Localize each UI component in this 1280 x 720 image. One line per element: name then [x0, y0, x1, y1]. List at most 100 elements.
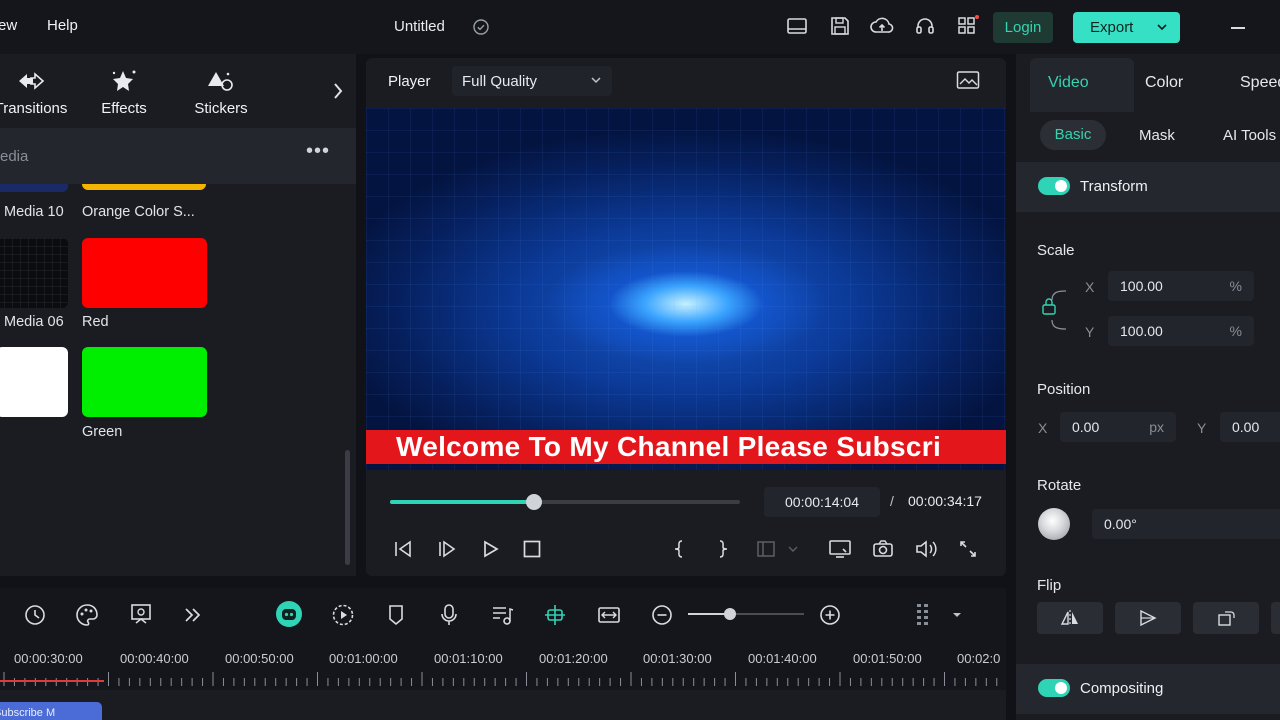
- media-thumb[interactable]: [0, 238, 68, 308]
- project-title[interactable]: Untitled: [394, 18, 445, 35]
- flip-more-button[interactable]: [1271, 602, 1280, 634]
- next-frame-icon[interactable]: [436, 539, 458, 559]
- current-timecode[interactable]: 00:00:14:04: [764, 487, 880, 517]
- fullscreen-icon[interactable]: [958, 539, 978, 559]
- media-thumb[interactable]: [82, 184, 206, 190]
- subtab-mask[interactable]: Mask: [1139, 127, 1175, 144]
- flip-horizontal-button[interactable]: [1037, 602, 1103, 634]
- scale-unit: %: [1229, 323, 1242, 339]
- subtab-basic[interactable]: Basic: [1040, 120, 1106, 150]
- scale-x-value: 100.00: [1120, 278, 1163, 294]
- minimize-button[interactable]: [1231, 27, 1245, 29]
- player-header: Player Full Quality: [366, 58, 1006, 104]
- ruler-label: 00:00:40:00: [120, 651, 189, 666]
- library-folder-label[interactable]: edia: [0, 148, 28, 165]
- color-palette-icon[interactable]: [74, 602, 100, 628]
- progress-handle[interactable]: [526, 494, 543, 510]
- position-unit: px: [1149, 419, 1164, 435]
- audio-mixer-icon[interactable]: [490, 602, 514, 628]
- tab-effects[interactable]: Effects: [79, 54, 169, 128]
- ai-copilot-icon[interactable]: [276, 601, 302, 627]
- media-thumb[interactable]: [82, 238, 207, 308]
- player-panel: Player Full Quality Welcome To My Channe…: [366, 58, 1006, 576]
- rotate-dial[interactable]: [1038, 508, 1070, 540]
- microphone-icon[interactable]: [438, 602, 460, 628]
- position-label: Position: [1037, 381, 1091, 398]
- stickers-icon: [206, 68, 236, 94]
- tab-speed[interactable]: Speed: [1240, 74, 1280, 92]
- tab-color[interactable]: Color: [1145, 74, 1183, 92]
- scale-x-input[interactable]: 100.00 %: [1108, 271, 1254, 301]
- tab-video[interactable]: Video: [1048, 74, 1089, 92]
- menu-view[interactable]: ew: [0, 17, 17, 34]
- more-options-icon[interactable]: •••: [306, 140, 330, 163]
- zoom-handle[interactable]: [723, 608, 736, 620]
- fit-timeline-icon[interactable]: [596, 602, 622, 628]
- playback-progress-bar[interactable]: [390, 494, 740, 510]
- cloud-upload-icon[interactable]: [870, 15, 894, 37]
- save-icon[interactable]: [829, 15, 851, 37]
- camera-icon[interactable]: [872, 539, 894, 559]
- transform-toggle[interactable]: [1038, 177, 1070, 195]
- tab-transitions[interactable]: Transitions: [0, 54, 76, 128]
- video-preview[interactable]: Welcome To My Channel Please Subscri: [366, 108, 1006, 470]
- position-x-value: 0.00: [1072, 419, 1100, 435]
- export-button[interactable]: Export: [1073, 12, 1180, 43]
- ruler-label: 00:01:30:00: [643, 651, 712, 666]
- tab-effects-label: Effects: [101, 100, 147, 117]
- media-thumb[interactable]: [0, 347, 68, 417]
- mark-in-icon[interactable]: [672, 539, 686, 559]
- timeline-zoom-slider[interactable]: [688, 608, 804, 620]
- timeline-ruler[interactable]: 00:00:30:00 00:00:40:00 00:00:50:00 00:0…: [0, 640, 1006, 690]
- position-y-input[interactable]: 0.00: [1220, 412, 1280, 442]
- crop-icon[interactable]: [128, 602, 154, 628]
- volume-icon[interactable]: [914, 539, 938, 559]
- compositing-toggle[interactable]: [1038, 679, 1070, 697]
- library-scrollbar[interactable]: [345, 450, 350, 565]
- chevron-right-icon[interactable]: [332, 80, 344, 102]
- compositing-label: Compositing: [1080, 680, 1164, 697]
- media-thumb[interactable]: [0, 184, 68, 192]
- rotate-input[interactable]: 0.00°: [1092, 509, 1280, 539]
- apps-icon[interactable]: [957, 15, 981, 37]
- lock-ratio-icon[interactable]: [1042, 280, 1068, 340]
- menu-help[interactable]: Help: [47, 17, 78, 34]
- tab-stickers[interactable]: Stickers: [176, 54, 266, 128]
- scale-y-input[interactable]: 100.00 %: [1108, 316, 1254, 346]
- grid-view-icon[interactable]: [914, 602, 938, 628]
- flip-vertical-button[interactable]: [1115, 602, 1181, 634]
- position-x-input[interactable]: 0.00 px: [1060, 412, 1176, 442]
- login-button[interactable]: Login: [993, 12, 1053, 43]
- more-tools-icon[interactable]: [182, 602, 204, 628]
- previous-frame-icon[interactable]: [392, 539, 414, 559]
- mark-out-icon[interactable]: [716, 539, 730, 559]
- speed-ramp-icon[interactable]: [22, 602, 48, 628]
- subtab-ai-tools[interactable]: AI Tools: [1223, 127, 1276, 144]
- chevron-down-icon[interactable]: [1156, 12, 1168, 43]
- marker-icon[interactable]: [386, 602, 406, 628]
- rotate-90-button[interactable]: [1193, 602, 1259, 634]
- ruler-label: 00:01:10:00: [434, 651, 503, 666]
- image-icon[interactable]: [956, 70, 980, 90]
- position-y-axis-label: Y: [1197, 420, 1207, 436]
- timeline-clip[interactable]: Subscribe M: [0, 702, 102, 720]
- layout-icon[interactable]: [786, 15, 808, 37]
- display-icon[interactable]: [828, 539, 852, 559]
- zoom-out-icon[interactable]: [650, 602, 674, 628]
- render-preview-icon[interactable]: [330, 602, 356, 628]
- rotate-value: 0.00°: [1104, 516, 1137, 532]
- media-thumb[interactable]: [82, 347, 207, 417]
- scale-y-value: 100.00: [1120, 323, 1163, 339]
- headset-icon[interactable]: [914, 15, 936, 37]
- snap-magnet-icon[interactable]: [542, 602, 568, 628]
- quality-dropdown[interactable]: Full Quality: [452, 66, 612, 96]
- media-label: Orange Color S...: [82, 204, 195, 220]
- play-icon[interactable]: [480, 539, 500, 559]
- stop-icon[interactable]: [522, 539, 542, 559]
- zoom-in-icon[interactable]: [818, 602, 842, 628]
- effects-icon: [109, 68, 139, 94]
- caret-down-icon[interactable]: [950, 602, 964, 628]
- compositing-section: Compositing: [1016, 664, 1280, 714]
- insert-clip-icon[interactable]: [756, 539, 800, 559]
- video-grid-texture: [366, 108, 1006, 470]
